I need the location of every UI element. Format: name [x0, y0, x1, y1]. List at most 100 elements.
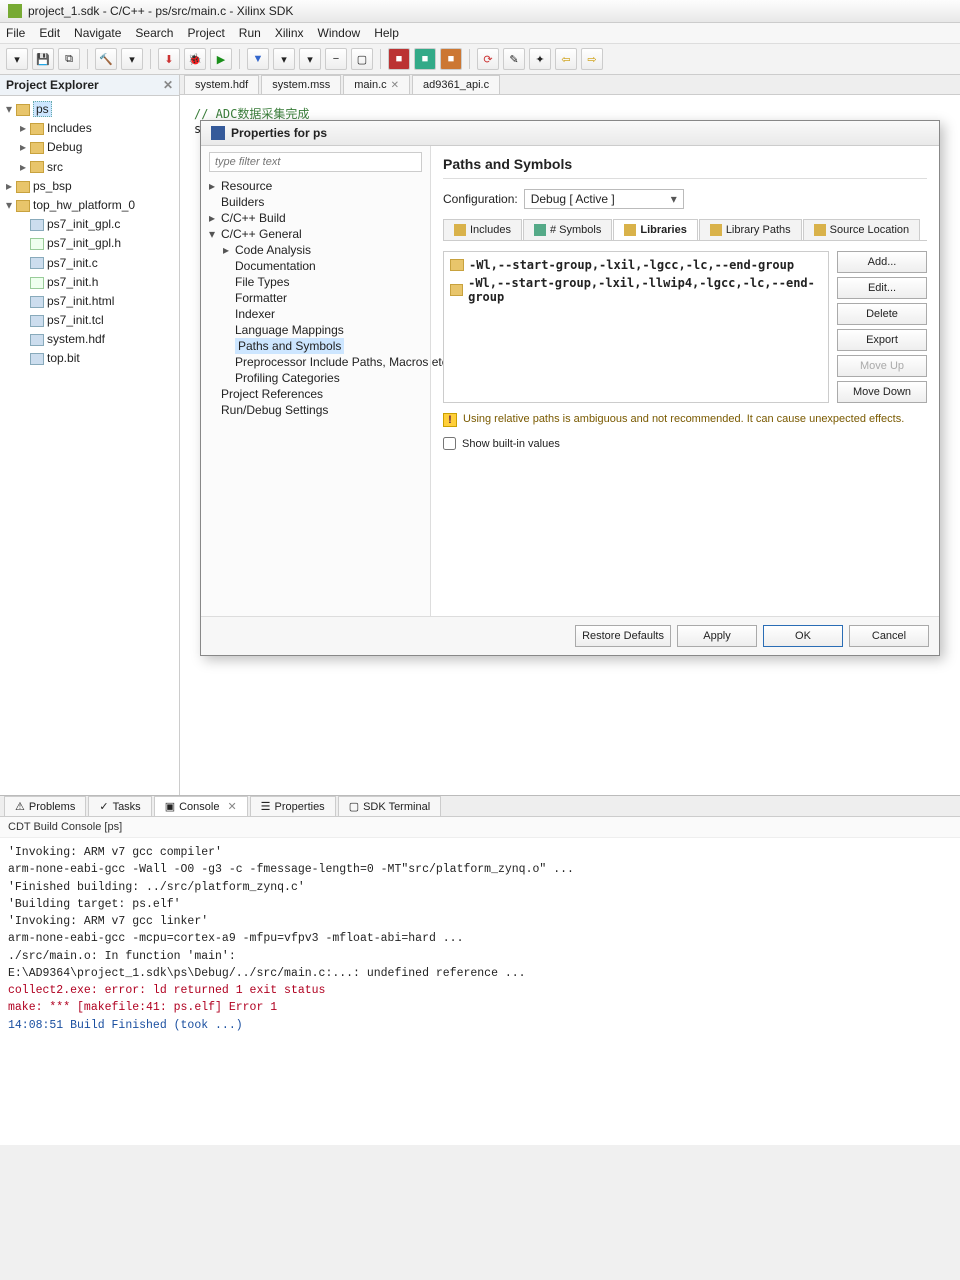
- editor-tab[interactable]: main.c✕: [343, 75, 410, 94]
- configuration-select[interactable]: Debug [ Active ] ▾: [524, 189, 684, 209]
- wand-icon[interactable]: ✦: [529, 48, 551, 70]
- menu-project[interactable]: Project: [187, 26, 224, 40]
- library-row[interactable]: -Wl,--start-group,-lxil,-lgcc,-lc,--end-…: [450, 256, 822, 274]
- nav-item[interactable]: Profiling Categories: [209, 370, 422, 386]
- library-row[interactable]: -Wl,--start-group,-lxil,-llwip4,-lgcc,-l…: [450, 274, 822, 306]
- debug-button[interactable]: 🐞: [184, 48, 206, 70]
- menu-xilinx[interactable]: Xilinx: [275, 26, 304, 40]
- export-button[interactable]: Export: [837, 329, 927, 351]
- close-icon[interactable]: ✕: [391, 80, 399, 91]
- nav-item[interactable]: Paths and Symbols: [209, 338, 422, 354]
- console-output[interactable]: 'Invoking: ARM v7 gcc compiler'arm-none-…: [0, 838, 960, 1145]
- filter-icon[interactable]: ▼: [247, 48, 269, 70]
- tree-node[interactable]: ps7_init_gpl.h: [6, 234, 177, 253]
- close-icon[interactable]: ✕: [163, 78, 173, 92]
- tree-node[interactable]: ps7_init.html: [6, 292, 177, 311]
- nav-item[interactable]: ▾C/C++ General: [209, 226, 422, 242]
- tree-node[interactable]: ▸Includes: [6, 119, 177, 138]
- tab-icon: ▣: [165, 800, 175, 813]
- menu-search[interactable]: Search: [135, 26, 173, 40]
- tree-node[interactable]: ps7_init.c: [6, 254, 177, 273]
- back-nav-button[interactable]: ▾: [273, 48, 295, 70]
- project-tree[interactable]: ▾ps▸Includes▸Debug▸src▸ps_bsp▾top_hw_pla…: [0, 96, 179, 373]
- nav-fwd-icon[interactable]: ⇨: [581, 48, 603, 70]
- menu-run[interactable]: Run: [239, 26, 261, 40]
- menu-file[interactable]: File: [6, 26, 25, 40]
- cancel-button[interactable]: Cancel: [849, 625, 929, 647]
- nav-item[interactable]: Preprocessor Include Paths, Macros etc.: [209, 354, 422, 370]
- properties-nav-tree[interactable]: ▸ResourceBuilders▸C/C++ Build▾C/C++ Gene…: [209, 178, 422, 418]
- tree-node[interactable]: ps7_init.h: [6, 273, 177, 292]
- add-button[interactable]: Add...: [837, 251, 927, 273]
- hammer-dropdown[interactable]: ▾: [121, 48, 143, 70]
- nav-item[interactable]: Run/Debug Settings: [209, 402, 422, 418]
- collapse-button[interactable]: −: [325, 48, 347, 70]
- save-button[interactable]: 💾: [32, 48, 54, 70]
- console-tab[interactable]: ⚠Problems: [4, 796, 86, 816]
- nav-item[interactable]: Documentation: [209, 258, 422, 274]
- tree-node[interactable]: top.bit: [6, 349, 177, 368]
- pencil-icon[interactable]: ✎: [503, 48, 525, 70]
- edit-button[interactable]: Edit...: [837, 277, 927, 299]
- tree-node[interactable]: ▸Debug: [6, 138, 177, 157]
- editor-tab[interactable]: ad9361_api.c: [412, 75, 500, 94]
- tree-node[interactable]: ▸src: [6, 158, 177, 177]
- toolbar-separator: [87, 49, 88, 69]
- filter-input[interactable]: [209, 152, 422, 172]
- tree-node[interactable]: ▾top_hw_platform_0: [6, 196, 177, 215]
- subtab-source-location[interactable]: Source Location: [803, 219, 921, 240]
- move-up-button[interactable]: Move Up: [837, 355, 927, 377]
- perspective-icon2[interactable]: ■: [414, 48, 436, 70]
- toolbar-separator: [380, 49, 381, 69]
- editor-tab[interactable]: system.mss: [261, 75, 341, 94]
- menu-navigate[interactable]: Navigate: [74, 26, 121, 40]
- console-tab[interactable]: ▢SDK Terminal: [338, 796, 441, 816]
- nav-item[interactable]: Builders: [209, 194, 422, 210]
- nav-item[interactable]: File Types: [209, 274, 422, 290]
- run-button[interactable]: ▶: [210, 48, 232, 70]
- console-tab[interactable]: ▣Console✕: [154, 796, 248, 816]
- console-tab[interactable]: ☰Properties: [250, 796, 336, 816]
- nav-item[interactable]: Project References: [209, 386, 422, 402]
- nav-back-icon[interactable]: ⇦: [555, 48, 577, 70]
- nav-item[interactable]: Language Mappings: [209, 322, 422, 338]
- refresh-icon[interactable]: ⟳: [477, 48, 499, 70]
- tree-node[interactable]: ps7_init_gpl.c: [6, 215, 177, 234]
- program-fpga-button[interactable]: ⬇: [158, 48, 180, 70]
- nav-item[interactable]: ▸C/C++ Build: [209, 210, 422, 226]
- perspective-icon3[interactable]: ■: [440, 48, 462, 70]
- nav-item[interactable]: ▸Code Analysis: [209, 242, 422, 258]
- new-dropdown-button[interactable]: ▾: [6, 48, 28, 70]
- nav-item[interactable]: ▸Resource: [209, 178, 422, 194]
- delete-button[interactable]: Delete: [837, 303, 927, 325]
- window-button[interactable]: ▢: [351, 48, 373, 70]
- subtab-libraries[interactable]: Libraries: [613, 219, 697, 240]
- libraries-list[interactable]: -Wl,--start-group,-lxil,-lgcc,-lc,--end-…: [443, 251, 829, 403]
- subtab-includes[interactable]: Includes: [443, 219, 522, 240]
- subtab-library-paths[interactable]: Library Paths: [699, 219, 802, 240]
- tree-node[interactable]: system.hdf: [6, 330, 177, 349]
- move-down-button[interactable]: Move Down: [837, 381, 927, 403]
- apply-button[interactable]: Apply: [677, 625, 757, 647]
- restore-defaults-button[interactable]: Restore Defaults: [575, 625, 671, 647]
- menu-help[interactable]: Help: [374, 26, 399, 40]
- editor-tab[interactable]: system.hdf: [184, 75, 259, 94]
- tree-node[interactable]: ps7_init.tcl: [6, 311, 177, 330]
- toolbar-separator: [469, 49, 470, 69]
- subtab--symbols[interactable]: # Symbols: [523, 219, 612, 240]
- nav-item[interactable]: Indexer: [209, 306, 422, 322]
- nav-item[interactable]: Formatter: [209, 290, 422, 306]
- menu-window[interactable]: Window: [318, 26, 361, 40]
- configuration-value: Debug [ Active ]: [531, 192, 615, 206]
- forward-nav-button[interactable]: ▾: [299, 48, 321, 70]
- close-icon[interactable]: ✕: [227, 800, 236, 813]
- show-builtin-checkbox[interactable]: [443, 437, 456, 450]
- menu-edit[interactable]: Edit: [39, 26, 60, 40]
- tree-node[interactable]: ▸ps_bsp: [6, 177, 177, 196]
- ok-button[interactable]: OK: [763, 625, 843, 647]
- console-tab[interactable]: ✓Tasks: [88, 796, 151, 816]
- build-button[interactable]: 🔨: [95, 48, 117, 70]
- tree-node[interactable]: ▾ps: [6, 100, 177, 119]
- save-all-button[interactable]: ⧉: [58, 48, 80, 70]
- perspective-icon[interactable]: ■: [388, 48, 410, 70]
